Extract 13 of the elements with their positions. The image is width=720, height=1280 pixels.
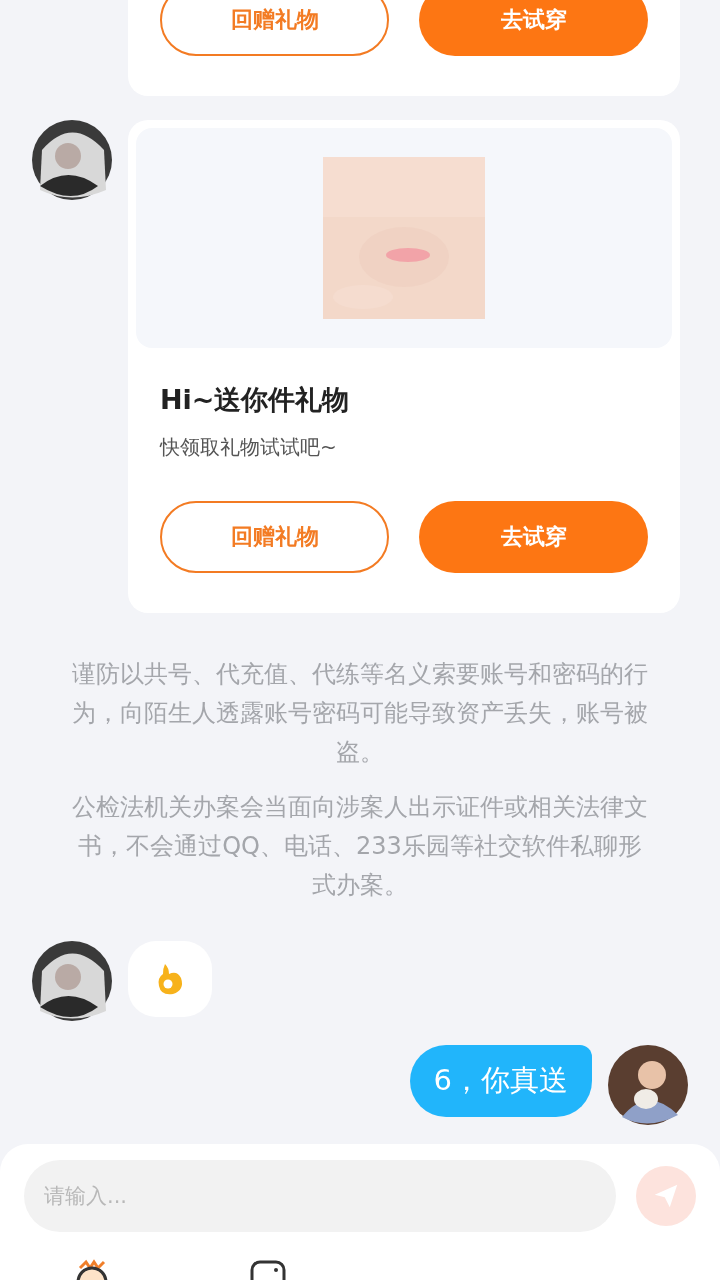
return-gift-button[interactable]: 回赠礼物 — [160, 0, 389, 56]
try-on-button[interactable]: 去试穿 — [419, 501, 648, 573]
return-gift-button[interactable]: 回赠礼物 — [160, 501, 389, 573]
avatar[interactable] — [32, 941, 112, 1021]
message-input[interactable]: 请输入... — [24, 1160, 616, 1232]
avatar[interactable] — [32, 120, 112, 200]
safety-notice: 公检法机关办案会当面向涉案人出示证件或相关法律文书，不会通过QQ、电话、233乐园等社交软件私聊形式办案。 — [72, 792, 648, 901]
gift-title: Hi~送你件礼物 — [160, 383, 351, 417]
message-bubble: 6，你真送 — [409, 1045, 592, 1117]
gift-subtitle: 快领取礼物试试吧~ — [160, 434, 338, 461]
try-on-button[interactable]: 去试穿 — [419, 0, 648, 56]
safety-notice: 谨防以共号、代充值、代练等名义索要账号和密码的行为，向陌生人透露账号密码可能导致资产丢失，账号被盗。 — [72, 659, 648, 768]
avatar[interactable] — [608, 1045, 688, 1125]
